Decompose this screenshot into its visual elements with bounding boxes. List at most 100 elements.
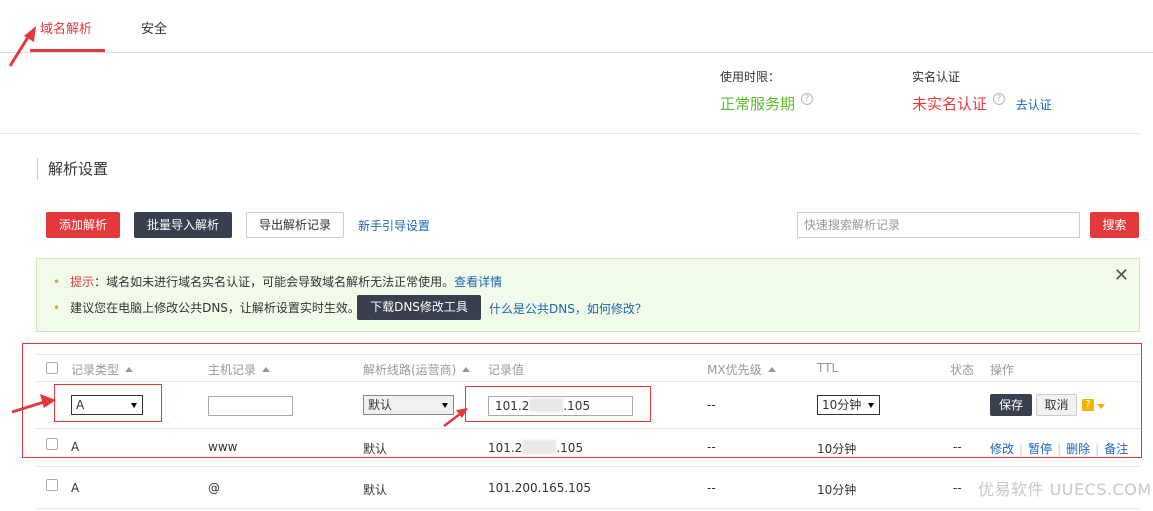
row-line: 默认 bbox=[363, 483, 388, 497]
row-value: 101.2 .105 bbox=[488, 440, 583, 455]
row-status: -- bbox=[953, 440, 962, 454]
annotation-arrow-icon bbox=[8, 26, 36, 67]
chevron-down-icon bbox=[131, 403, 137, 408]
close-icon[interactable]: ✕ bbox=[1114, 265, 1129, 286]
pause-link[interactable]: 暂停 bbox=[1028, 442, 1052, 456]
row-divider bbox=[36, 466, 1140, 467]
row-checkbox[interactable] bbox=[46, 438, 58, 450]
save-button[interactable]: 保存 bbox=[990, 394, 1032, 416]
view-details-link[interactable]: 查看详情 bbox=[454, 275, 502, 289]
header-label: 记录类型 bbox=[71, 363, 120, 377]
row-type: A bbox=[71, 440, 80, 454]
record-value-input[interactable]: 101.2 .105 bbox=[488, 396, 633, 416]
row-line: 默认 bbox=[363, 442, 388, 456]
header-host[interactable]: 主机记录 bbox=[208, 361, 271, 378]
verify-link[interactable]: 去认证 bbox=[1016, 98, 1052, 112]
value-prefix: 101.2 bbox=[495, 399, 530, 413]
notice-prefix: 提示 bbox=[70, 275, 95, 289]
line-select[interactable]: 默认 bbox=[363, 395, 454, 415]
ttl-value: 10分钟 bbox=[822, 398, 862, 412]
record-type-select[interactable]: A bbox=[71, 395, 143, 415]
header-label: 解析线路(运营商) bbox=[363, 363, 457, 377]
help-circle-icon[interactable]: ? bbox=[801, 93, 814, 105]
tab-dns-resolution[interactable]: 域名解析 bbox=[40, 18, 92, 37]
active-tab-indicator bbox=[30, 49, 105, 52]
batch-import-button[interactable]: 批量导入解析 bbox=[134, 212, 232, 238]
realname-status: 实名认证 未实名认证? 去认证 bbox=[912, 68, 1052, 114]
guide-settings-link[interactable]: 新手引导设置 bbox=[358, 217, 430, 234]
row-ttl: 10分钟 bbox=[817, 483, 857, 497]
header-ttl: TTL bbox=[817, 361, 839, 375]
download-dns-tool-button[interactable]: 下载DNS修改工具 bbox=[357, 295, 481, 320]
notice-line-1: • 提示：域名如未进行域名实名认证，可能会导致域名解析无法正常使用。查看详情 bbox=[53, 273, 502, 290]
realname-value: 未实名认证 bbox=[912, 95, 988, 113]
row-divider bbox=[36, 428, 1140, 429]
row-type: A bbox=[71, 481, 80, 495]
delete-link[interactable]: 删除 bbox=[1066, 442, 1090, 456]
value-suffix: .105 bbox=[556, 441, 584, 455]
service-period-value: 正常服务期 bbox=[720, 95, 796, 113]
notice-text-2: 建议您在电脑上修改公共DNS，让解析设置实时生效。 bbox=[70, 301, 360, 315]
help-circle-icon[interactable]: ? bbox=[993, 93, 1006, 105]
bullet-icon: • bbox=[53, 301, 61, 315]
notice-panel: • 提示：域名如未进行域名实名认证，可能会导致域名解析无法正常使用。查看详情 • 建… bbox=[36, 258, 1140, 332]
public-dns-link[interactable]: 什么是公共DNS，如何修改？ bbox=[489, 300, 647, 317]
mx-value: -- bbox=[707, 398, 716, 412]
header-line[interactable]: 解析线路(运营商) bbox=[363, 361, 471, 378]
row-host: www bbox=[208, 440, 238, 454]
tab-security[interactable]: 安全 bbox=[141, 18, 167, 37]
header-record-type[interactable]: 记录类型 bbox=[71, 361, 134, 378]
service-period-status: 使用时限： 正常服务期? bbox=[720, 68, 814, 114]
notice-line-2: • 建议您在电脑上修改公共DNS，让解析设置实时生效。 bbox=[53, 299, 360, 316]
redacted-mask bbox=[529, 398, 564, 412]
top-tabs: 域名解析 安全 bbox=[0, 0, 1153, 53]
row-checkbox[interactable] bbox=[46, 479, 58, 491]
ttl-select[interactable]: 10分钟 bbox=[817, 395, 880, 415]
edit-link[interactable]: 修改 bbox=[990, 442, 1014, 456]
chevron-down-icon[interactable] bbox=[1097, 404, 1105, 409]
row-host: @ bbox=[208, 481, 220, 495]
row-status: -- bbox=[953, 481, 962, 495]
header-ops: 操作 bbox=[990, 363, 1015, 377]
row-mx: -- bbox=[707, 481, 716, 495]
value-prefix: 101.2 bbox=[488, 441, 523, 455]
header-mx[interactable]: MX优先级 bbox=[707, 361, 776, 378]
chevron-down-icon bbox=[868, 403, 874, 408]
realname-label: 实名认证 bbox=[912, 70, 961, 84]
watermark: 优易软件 UUECS.COM bbox=[978, 480, 1152, 499]
row-ttl: 10分钟 bbox=[817, 442, 857, 456]
host-input[interactable] bbox=[208, 396, 293, 416]
header-label: MX优先级 bbox=[707, 363, 762, 377]
sort-up-icon bbox=[262, 367, 271, 372]
help-icon[interactable]: ? bbox=[1082, 399, 1094, 411]
header-status: 状态 bbox=[950, 363, 975, 377]
notice-text-1: ：域名如未进行域名实名认证，可能会导致域名解析无法正常使用。 bbox=[94, 275, 455, 289]
select-all-checkbox[interactable] bbox=[46, 362, 58, 374]
cancel-button[interactable]: 取消 bbox=[1036, 394, 1077, 416]
export-records-button[interactable]: 导出解析记录 bbox=[246, 212, 344, 238]
bullet-icon: • bbox=[53, 275, 61, 289]
row-mx: -- bbox=[707, 440, 716, 454]
row-divider bbox=[36, 508, 1140, 509]
redacted-mask bbox=[522, 440, 557, 454]
service-period-label: 使用时限： bbox=[720, 70, 781, 84]
annotation-arrow-icon bbox=[443, 408, 468, 427]
sort-up-icon bbox=[462, 367, 471, 372]
row-value: 101.200.165.105 bbox=[488, 481, 592, 495]
value-suffix: .105 bbox=[563, 399, 591, 413]
note-link[interactable]: 备注 bbox=[1104, 442, 1128, 456]
search-button[interactable]: 搜索 bbox=[1090, 212, 1139, 238]
line-value: 默认 bbox=[368, 398, 393, 412]
table-header: 记录类型 主机记录 解析线路(运营商) 记录值 MX优先级 TTL 状态 操作 bbox=[36, 354, 1140, 382]
add-record-button[interactable]: 添加解析 bbox=[46, 212, 120, 238]
header-label: 主机记录 bbox=[208, 363, 257, 377]
search-input[interactable]: 快速搜索解析记录 bbox=[797, 212, 1080, 238]
header-value: 记录值 bbox=[488, 363, 525, 377]
section-title: 解析设置 bbox=[37, 158, 108, 180]
record-type-value: A bbox=[76, 398, 85, 412]
sort-up-icon bbox=[125, 367, 134, 372]
sort-up-icon bbox=[767, 367, 776, 372]
annotation-arrow-icon bbox=[11, 394, 56, 414]
divider bbox=[0, 133, 1140, 134]
row-actions: 修改 | 暂停 | 删除 | 备注 bbox=[990, 442, 1129, 456]
